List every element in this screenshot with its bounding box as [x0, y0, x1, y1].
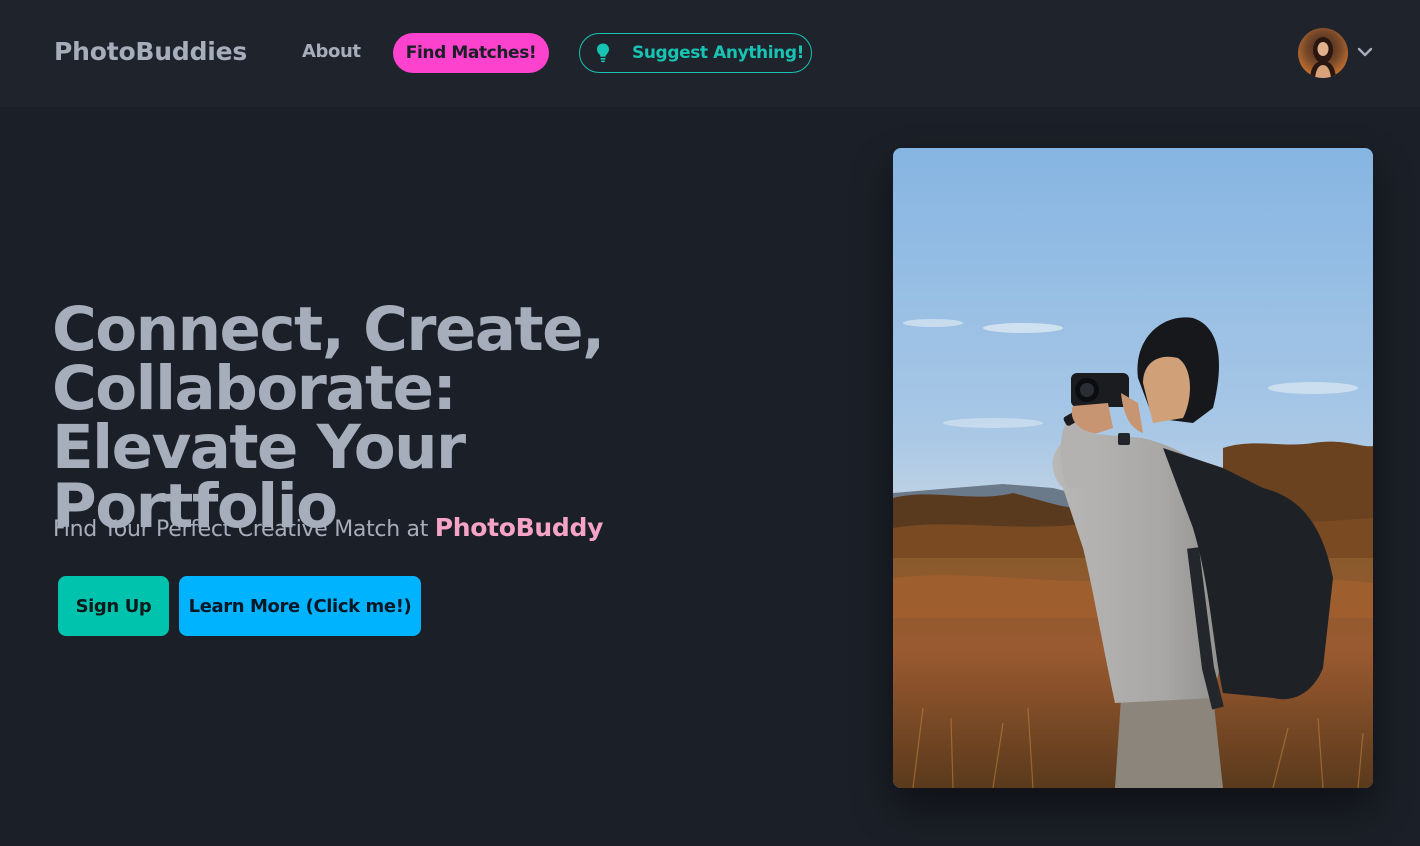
avatar-portrait-icon: [1310, 37, 1336, 78]
hero-title: Connect, Create, Collaborate: Elevate Yo…: [52, 294, 605, 542]
sign-up-button[interactable]: Sign Up: [58, 576, 169, 636]
hero-subtitle: Find Your Perfect Creative Match at Phot…: [53, 513, 603, 542]
user-avatar[interactable]: [1298, 28, 1348, 78]
navbar: PhotoBuddies About Find Matches! Suggest…: [0, 0, 1420, 107]
suggest-anything-label: Suggest Anything!: [632, 43, 804, 63]
brand-logo[interactable]: PhotoBuddies: [54, 37, 247, 66]
suggest-anything-button[interactable]: Suggest Anything!: [579, 33, 812, 73]
hero-subtitle-brand: PhotoBuddy: [434, 513, 604, 542]
find-matches-button[interactable]: Find Matches!: [393, 33, 549, 73]
photographer-illustration: [893, 148, 1373, 788]
chevron-down-icon[interactable]: [1357, 45, 1373, 59]
hero-image: [893, 148, 1373, 788]
nav-about-link[interactable]: About: [302, 41, 361, 62]
lightbulb-icon: [597, 43, 609, 63]
learn-more-button[interactable]: Learn More (Click me!): [179, 576, 421, 636]
hero-subtitle-text: Find Your Perfect Creative Match at: [53, 517, 435, 542]
